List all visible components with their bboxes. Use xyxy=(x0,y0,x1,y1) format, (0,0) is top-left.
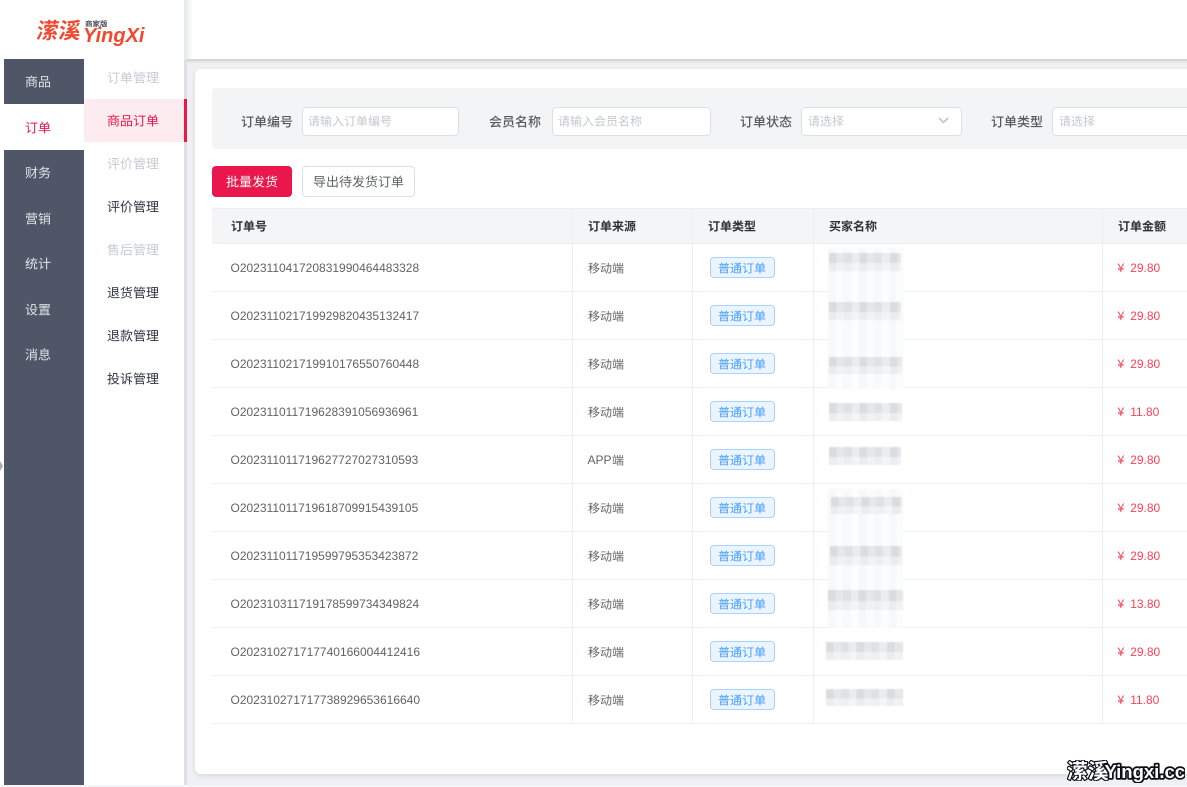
svg-text:Yingxi.cc: Yingxi.cc xyxy=(1105,761,1186,782)
